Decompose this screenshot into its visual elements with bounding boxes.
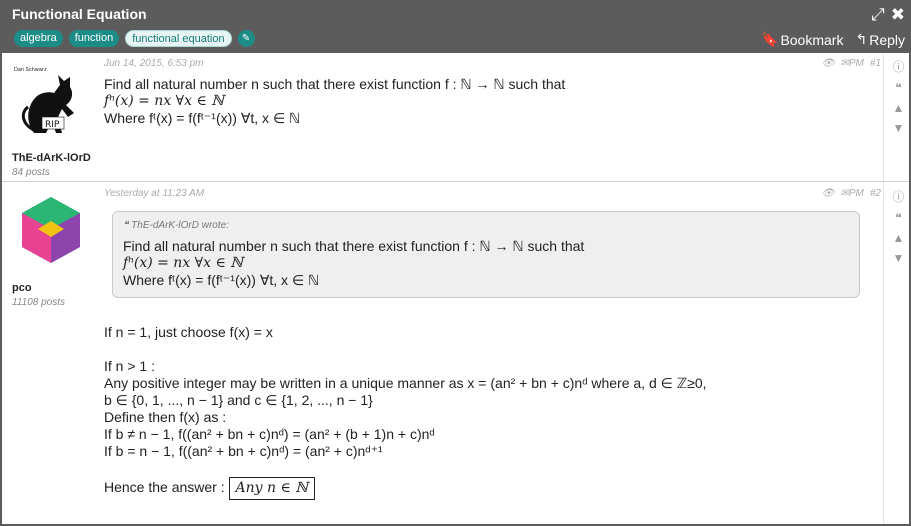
answer-body: If n = 1, just choose f(x) = x If n > 1 … <box>104 324 864 500</box>
post-line: Find all natural number n such that ther… <box>104 76 566 92</box>
answer-line: If n = 1, just choose f(x) = x <box>104 324 273 340</box>
post-content: Jun 14, 2015, 6:53 pm Find all natural n… <box>104 58 864 127</box>
post-meta: 👁 ✉PM #1 <box>822 58 881 69</box>
bookmark-icon: 🔖 <box>761 31 779 47</box>
post-count: 11108 posts <box>12 297 66 308</box>
info-icon[interactable]: ⓘ <box>892 58 904 75</box>
post-date: Yesterday at 11:23 AM <box>104 188 205 199</box>
thumbs-up-icon[interactable]: ▲ <box>893 231 905 245</box>
post-line: fⁿ(x) = nx ∀x ∈ ℕ <box>104 93 225 109</box>
reply-button[interactable]: ↰ Reply <box>855 31 905 48</box>
pm-button[interactable]: ✉PM <box>840 188 863 199</box>
post-author: pco 11108 posts <box>12 193 102 308</box>
view-icon[interactable]: 👁 <box>822 188 835 199</box>
view-icon[interactable]: 👁 <box>822 58 835 69</box>
answer-line: Define then f(x) as : <box>104 409 227 425</box>
quote-icon[interactable]: ❝ <box>895 81 901 95</box>
avatar-caption-bottom: RIP <box>45 120 60 130</box>
answer-line: Any positive integer may be written in a… <box>104 375 707 391</box>
post-count: 84 posts <box>12 167 50 178</box>
post-number[interactable]: #1 <box>870 58 881 69</box>
pm-label: PM <box>848 188 864 199</box>
answer-line: If n > 1 : <box>104 358 155 374</box>
quote-block: ❝ ThE-dArK-lOrD wrote: Find all natural … <box>112 211 860 298</box>
pm-label: PM <box>848 58 864 69</box>
reply-icon: ↰ <box>855 31 868 47</box>
post-number[interactable]: #2 <box>870 188 881 199</box>
close-icon[interactable]: ✖ <box>891 5 905 25</box>
answer-line: If b ≠ n − 1, f((an² + bn + c)nᵈ) = (an²… <box>104 426 435 442</box>
quote-icon[interactable]: ❝ <box>895 211 901 225</box>
bookmark-label: Bookmark <box>780 31 844 48</box>
answer-line: If b = n − 1, f((an² + bn + c)nᵈ) = (an²… <box>104 443 383 459</box>
window-controls: ⤢ ✖ <box>871 5 905 25</box>
thumbs-up-icon[interactable]: ▲ <box>893 101 905 115</box>
bookmark-button[interactable]: 🔖 Bookmark <box>761 31 843 48</box>
post-side-actions: ⓘ ❝ ▲ ▼ <box>883 53 909 181</box>
tag-functional-equation[interactable]: functional equation <box>125 30 232 47</box>
quote-line: fⁿ(x) = nx ∀x ∈ ℕ <box>123 255 244 271</box>
answer-line <box>104 341 864 358</box>
post-side-actions: ⓘ ❝ ▲ ▼ <box>883 183 909 524</box>
thumbs-down-icon[interactable]: ▼ <box>893 121 905 135</box>
avatar[interactable]: Dan Schwarz RIP <box>12 63 90 141</box>
tag-algebra[interactable]: algebra <box>14 30 63 47</box>
thread-title: Functional Equation <box>12 6 147 22</box>
post-line: Where fᵗ(x) = f(fᵗ⁻¹(x)) ∀t, x ∈ ℕ <box>104 110 301 126</box>
post-author: Dan Schwarz RIP ThE-dArK-lOrD 84 posts <box>12 63 102 178</box>
post-body: Find all natural number n such that ther… <box>104 76 864 127</box>
final-answer-line: Hence the answer : Any n ∈ ℕ <box>104 477 864 500</box>
pm-button[interactable]: ✉PM <box>840 58 863 69</box>
pencil-icon[interactable]: ✎ <box>237 30 255 47</box>
avatar[interactable] <box>12 193 90 271</box>
post: Dan Schwarz RIP ThE-dArK-lOrD 84 posts J… <box>2 53 909 182</box>
info-icon[interactable]: ⓘ <box>892 188 904 205</box>
answer-line <box>104 460 864 477</box>
post-date: Jun 14, 2015, 6:53 pm <box>104 58 204 69</box>
thread-actions: 🔖 Bookmark ↰ Reply <box>761 31 905 48</box>
tag-function[interactable]: function <box>68 30 120 47</box>
username[interactable]: ThE-dArK-lOrD <box>12 152 102 164</box>
post-content: Yesterday at 11:23 AM ❝ ThE-dArK-lOrD wr… <box>104 188 864 500</box>
final-label: Hence the answer : <box>104 479 225 495</box>
answer-line: b ∈ {0, 1, ..., n − 1} and c ∈ {1, 2, ..… <box>104 392 373 408</box>
thumbs-down-icon[interactable]: ▼ <box>893 251 905 265</box>
thread-header: Functional Equation algebra function fun… <box>2 0 909 53</box>
quote-line: Find all natural number n such that ther… <box>123 238 585 254</box>
quote-line: Where fᵗ(x) = f(fᵗ⁻¹(x)) ∀t, x ∈ ℕ <box>123 272 320 288</box>
expand-icon[interactable]: ⤢ <box>871 5 885 25</box>
avatar-caption-top: Dan Schwarz <box>14 67 47 73</box>
reply-label: Reply <box>869 31 905 48</box>
final-answer: Any n ∈ ℕ <box>228 477 316 500</box>
thread-window: Functional Equation algebra function fun… <box>0 0 911 526</box>
quote-author: ❝ ThE-dArK-lOrD wrote: <box>123 220 229 231</box>
post: pco 11108 posts Yesterday at 11:23 AM ❝ … <box>2 183 909 524</box>
tag-list: algebra function functional equation ✎ <box>14 30 255 47</box>
post-meta: 👁 ✉PM #2 <box>822 188 881 199</box>
quote-body: Find all natural number n such that ther… <box>123 238 849 289</box>
username[interactable]: pco <box>12 282 102 294</box>
